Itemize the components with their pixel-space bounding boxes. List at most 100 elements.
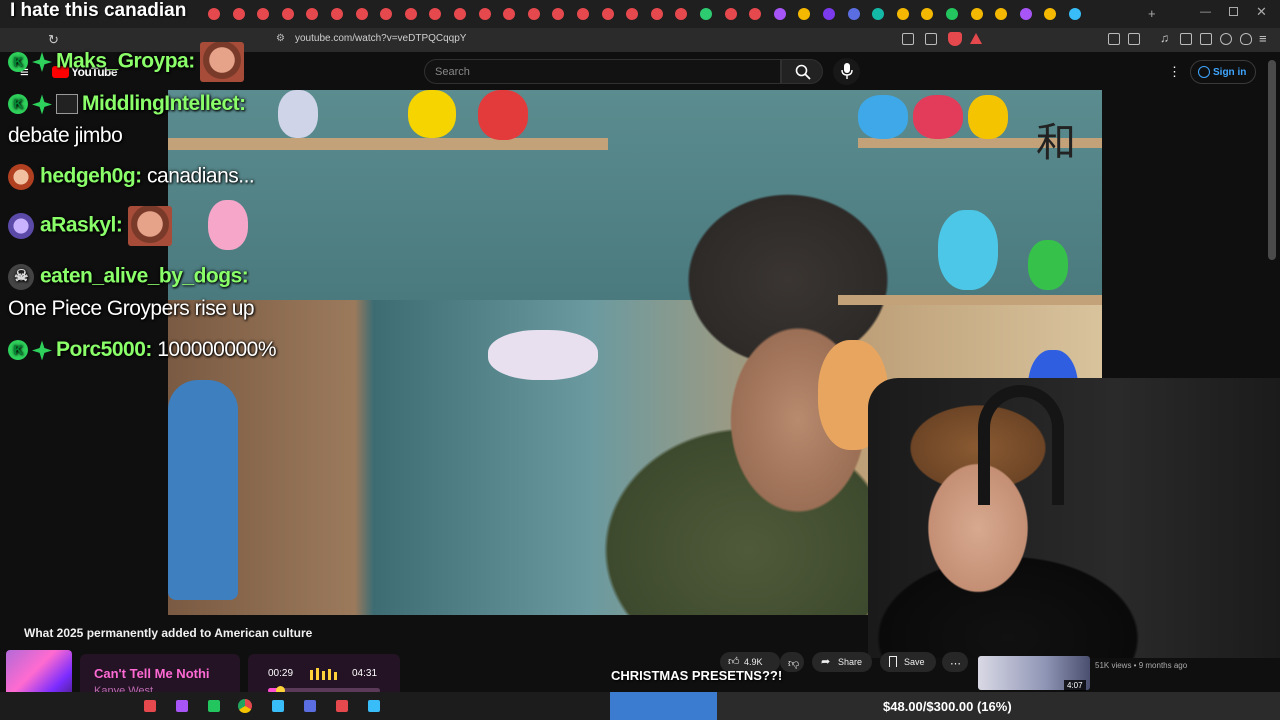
toy-figure	[168, 380, 238, 600]
tab-favicon-icon[interactable]	[208, 8, 220, 20]
tab-favicon-icon[interactable]	[577, 8, 589, 20]
chat-message: aRaskyl:	[8, 206, 172, 246]
share-page-icon[interactable]	[925, 33, 937, 45]
search-input[interactable]: Search	[424, 59, 781, 84]
taskbar-app-icon[interactable]	[304, 700, 316, 712]
tab-favicon-icon[interactable]	[847, 8, 860, 20]
toy-figure	[488, 330, 598, 380]
taskbar-app-icon[interactable]	[336, 700, 348, 712]
chat-message: hedgeh0g: canadians...	[8, 164, 255, 190]
taskbar-app-icon[interactable]	[368, 700, 380, 712]
sign-in-label: Sign in	[1213, 67, 1247, 78]
chat-username: eaten_alive_by_dogs:	[40, 264, 249, 288]
like-count: 4.9K	[744, 657, 763, 667]
media-icon[interactable]: ♫	[1160, 31, 1169, 45]
chat-text: debate jimbo	[8, 124, 123, 147]
headphones-decoration	[978, 385, 1064, 505]
leo-icon[interactable]	[1220, 33, 1232, 45]
tab-favicon-icon[interactable]	[970, 8, 983, 20]
donation-goal-text: $48.00/$300.00 (16%)	[883, 699, 1012, 714]
taskbar-app-icon[interactable]	[144, 700, 156, 712]
current-time: 00:29	[268, 668, 294, 679]
tab-favicon-icon[interactable]	[896, 8, 909, 20]
tab-favicon-icon[interactable]	[700, 8, 712, 20]
emote-image	[127, 206, 172, 246]
tab-favicon-icon[interactable]	[724, 8, 737, 20]
chat-username: MiddlingIntellect:	[82, 92, 246, 115]
menu-icon[interactable]: ≡	[1259, 31, 1267, 46]
sparkle-badge-icon	[32, 340, 52, 361]
tab-favicon-icon[interactable]	[823, 8, 835, 20]
chat-text: canadians...	[147, 164, 255, 188]
tab-favicon-icon[interactable]	[1069, 8, 1081, 20]
tab-favicon-icon[interactable]	[1019, 8, 1032, 20]
chat-message: ☠ eaten_alive_by_dogs:	[8, 264, 249, 290]
user-avatar-icon	[8, 213, 34, 239]
tab-favicon-icon[interactable]	[404, 8, 417, 20]
settings-more-icon[interactable]: ⋮	[1168, 64, 1181, 80]
toy-figure	[938, 210, 998, 290]
song-title: Can't Tell Me Nothi	[94, 666, 210, 681]
shelf-decoration	[168, 138, 608, 150]
vpn-icon[interactable]	[1240, 33, 1252, 45]
taskbar-app-icon[interactable]	[272, 700, 284, 712]
sidebar-icon[interactable]	[1180, 33, 1192, 45]
maximize-icon[interactable]	[1229, 7, 1238, 16]
chrome-icon[interactable]	[238, 699, 252, 713]
share-label: Share	[838, 657, 863, 667]
mic-icon	[841, 63, 853, 79]
tab-favicon-icon[interactable]	[527, 8, 540, 20]
rewards-icon[interactable]	[970, 33, 982, 44]
chat-text: One Piece Groypers rise up	[8, 297, 255, 320]
chat-username: aRaskyl:	[40, 213, 123, 237]
donation-goal-fill	[610, 692, 718, 720]
page-scrollbar[interactable]	[1268, 60, 1276, 260]
tab-favicon-icon[interactable]	[601, 8, 614, 20]
toy-figure	[968, 95, 1008, 139]
url-text[interactable]: youtube.com/watch?v=veDTPQCqqpY	[295, 33, 466, 44]
related-video-meta: 51K views • 9 months ago	[1095, 661, 1188, 670]
sign-in-button[interactable]: Sign in	[1190, 60, 1256, 84]
tab-favicon-icon[interactable]	[232, 8, 245, 20]
wallet-icon[interactable]	[1200, 33, 1212, 45]
toy-figure	[478, 90, 528, 140]
minimize-icon[interactable]: —	[1200, 6, 1211, 18]
search-button[interactable]	[781, 59, 823, 84]
voice-search-button[interactable]	[833, 58, 860, 85]
tab-favicon-icon[interactable]	[355, 8, 368, 20]
brave-shield-icon[interactable]	[948, 32, 962, 46]
tab-favicon-icon[interactable]	[946, 8, 958, 20]
new-tab-icon[interactable]: +	[1148, 6, 1156, 21]
tab-favicon-icon[interactable]	[281, 8, 294, 20]
bookmark-icon	[889, 656, 897, 667]
tab-favicon-icon[interactable]	[478, 8, 491, 20]
tab-favicon-icon[interactable]	[331, 8, 343, 20]
related-duration: 4:07	[1064, 680, 1086, 691]
browser-tab-bar	[0, 0, 1280, 28]
toy-figure	[208, 200, 248, 250]
search-icon	[795, 64, 811, 80]
toy-figure	[1028, 240, 1068, 290]
tab-favicon-icon[interactable]	[454, 8, 466, 20]
close-window-icon[interactable]: ✕	[1256, 4, 1267, 20]
thumbs-up-icon: 👍︎	[728, 656, 740, 668]
install-app-icon[interactable]	[902, 33, 914, 45]
save-button[interactable]: Save	[880, 652, 936, 672]
reader-icon[interactable]	[1128, 33, 1140, 45]
kick-badge-icon: K	[8, 52, 28, 72]
taskbar-app-icon[interactable]	[176, 700, 188, 712]
skull-badge-icon: ☠	[8, 264, 34, 290]
chat-text: 100000000%	[157, 338, 277, 361]
share-button[interactable]: ➦ Share	[812, 652, 872, 672]
dislike-button[interactable]: 👎︎	[780, 652, 804, 672]
account-icon	[1198, 66, 1210, 78]
site-info-icon[interactable]: ⚙	[276, 33, 285, 44]
extensions-icon[interactable]	[1108, 33, 1120, 45]
taskbar-app-icon[interactable]	[208, 700, 220, 712]
tab-favicon-icon[interactable]	[773, 8, 786, 20]
sparkle-badge-icon	[32, 52, 52, 72]
tab-favicon-icon[interactable]	[650, 8, 663, 20]
equalizer-icon	[310, 668, 337, 680]
total-time: 04:31	[352, 668, 378, 679]
more-actions-button[interactable]: ⋯	[942, 652, 968, 672]
